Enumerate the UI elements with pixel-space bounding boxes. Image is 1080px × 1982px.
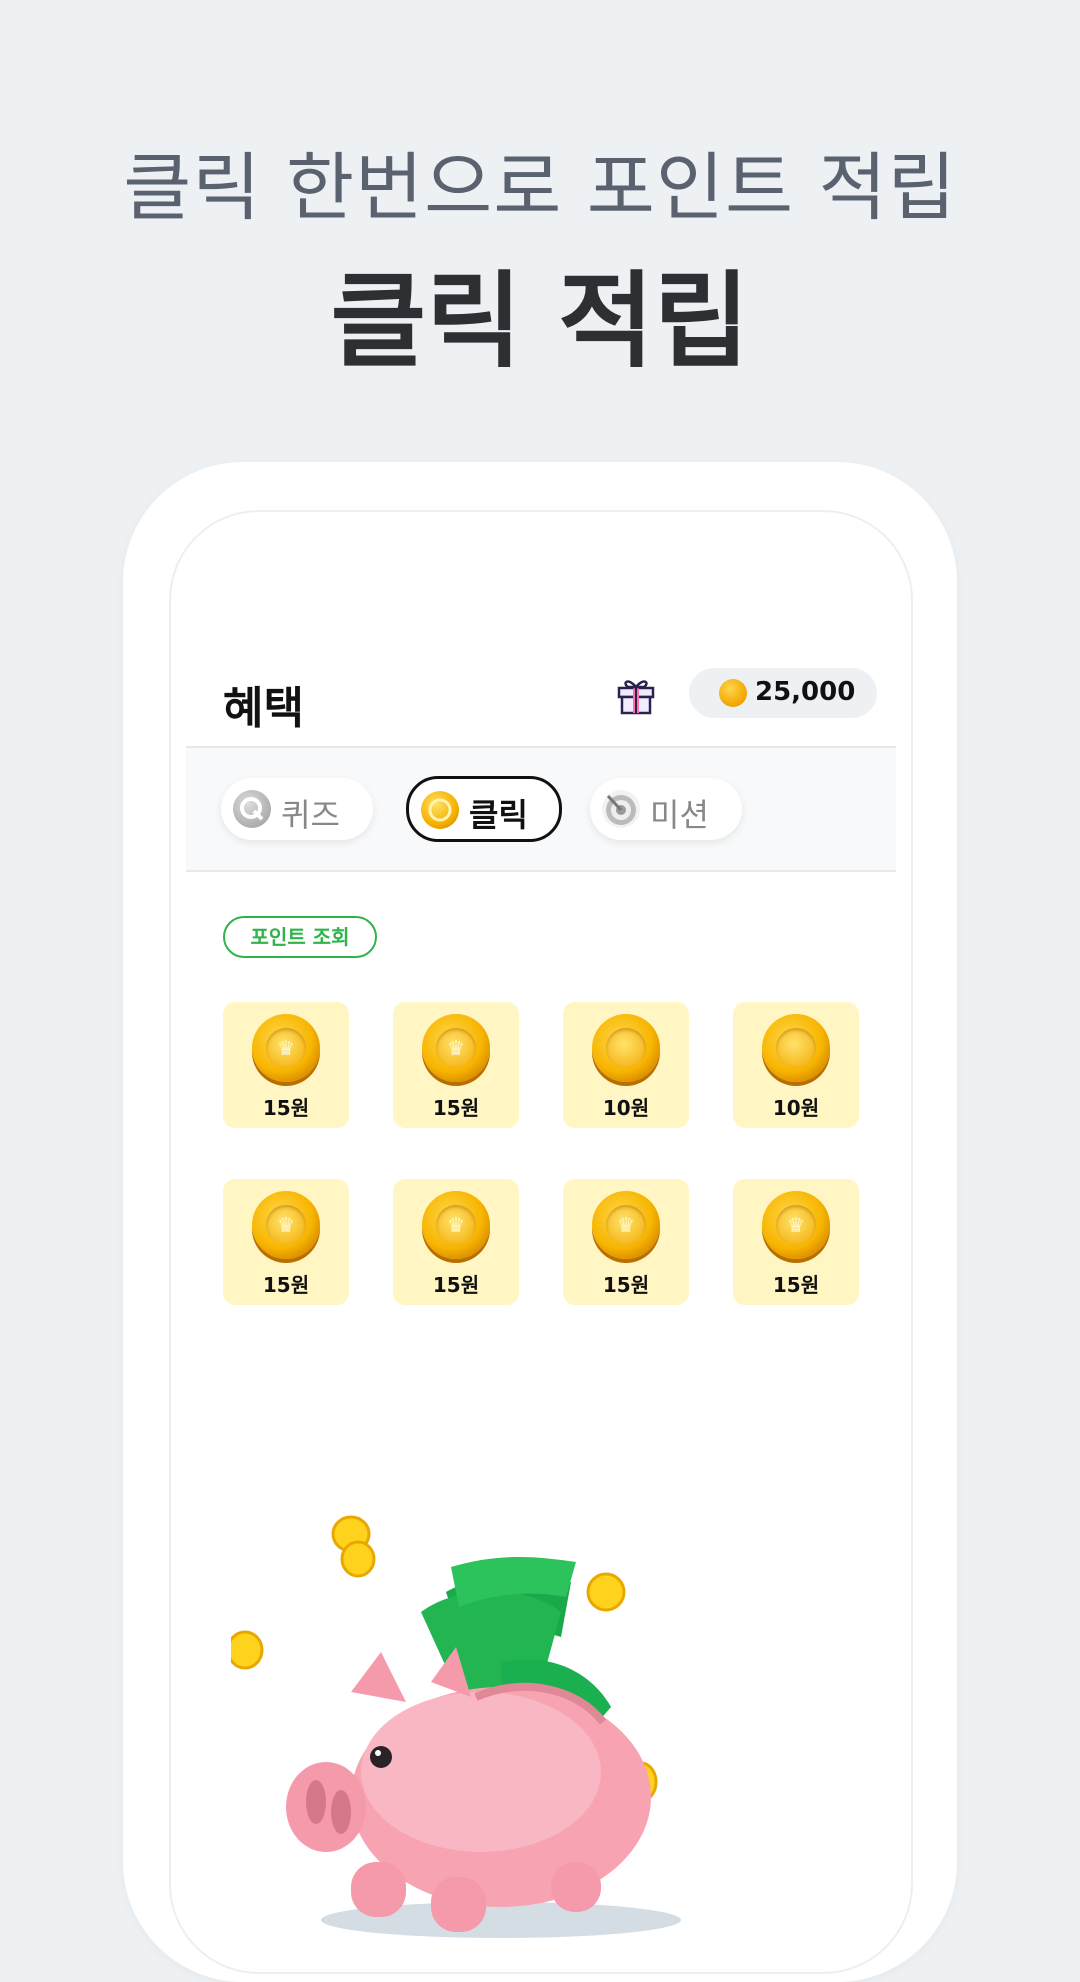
tab-label: 클릭 [469,796,528,834]
coin-card[interactable]: ♛ 15원 [223,1179,349,1305]
point-check-button[interactable]: 포인트 조회 [223,916,377,958]
coin-icon: ♛ [592,1191,660,1259]
target-icon [602,790,640,828]
quiz-q-icon [233,790,271,828]
promo-title: 클릭 적립 [330,260,750,382]
coin-icon: ♛ [252,1014,320,1082]
crown-icon: ♛ [436,1028,476,1068]
tab-quiz[interactable]: 퀴즈 [221,778,373,840]
piggy-bank-illustration [226,1422,791,1942]
coin-amount: 15원 [602,1273,650,1297]
coin-card[interactable]: ♛ 15원 [393,1179,519,1305]
tab-label: 퀴즈 [281,796,340,834]
coin-amount: 15원 [262,1096,310,1120]
crown-icon: ♛ [776,1205,816,1245]
coin-icon [762,1014,830,1082]
tab-bar: 퀴즈 클릭 미션 [186,746,896,872]
phone-screen: 혜택 25,000 퀴즈 클릭 미션 포인트 조회 ♛ 15원 ♛ 15원 10… [169,510,913,1974]
crown-icon: ♛ [436,1205,476,1245]
points-balance[interactable]: 25,000 [689,668,877,718]
coin-card[interactable]: ♛ 15원 [223,1002,349,1128]
coin-grid: ♛ 15원 ♛ 15원 10원 10원 ♛ 15원 ♛ 15원 ♛ 15원 ♛ [223,1002,863,1312]
coin-icon [421,791,459,829]
coin-amount: 10원 [602,1096,650,1120]
coin-card[interactable]: 10원 [563,1002,689,1128]
coin-card[interactable]: 10원 [733,1002,859,1128]
coin-amount: 15원 [432,1273,480,1297]
tab-label: 미션 [650,796,709,834]
coin-amount: 15원 [262,1273,310,1297]
coin-icon [592,1014,660,1082]
tab-click[interactable]: 클릭 [406,776,562,842]
promo-subtitle: 클릭 한번으로 포인트 적립 [123,145,957,231]
coin-icon: ♛ [422,1191,490,1259]
crown-icon: ♛ [266,1028,306,1068]
coin-card[interactable]: ♛ 15원 [733,1179,859,1305]
coin-amount: 15원 [772,1273,820,1297]
app-header: 혜택 25,000 [189,658,895,742]
coin-icon [719,679,747,707]
coin-card[interactable]: ♛ 15원 [393,1002,519,1128]
coin-icon: ♛ [762,1191,830,1259]
coin-card[interactable]: ♛ 15원 [563,1179,689,1305]
crown-icon: ♛ [266,1205,306,1245]
crown-icon: ♛ [606,1205,646,1245]
gift-icon[interactable] [614,673,658,717]
tab-mission[interactable]: 미션 [590,778,742,840]
page-title: 혜택 [223,683,304,734]
points-value: 25,000 [755,677,856,707]
coin-amount: 10원 [772,1096,820,1120]
coin-icon: ♛ [422,1014,490,1082]
coin-icon: ♛ [252,1191,320,1259]
coin-amount: 15원 [432,1096,480,1120]
